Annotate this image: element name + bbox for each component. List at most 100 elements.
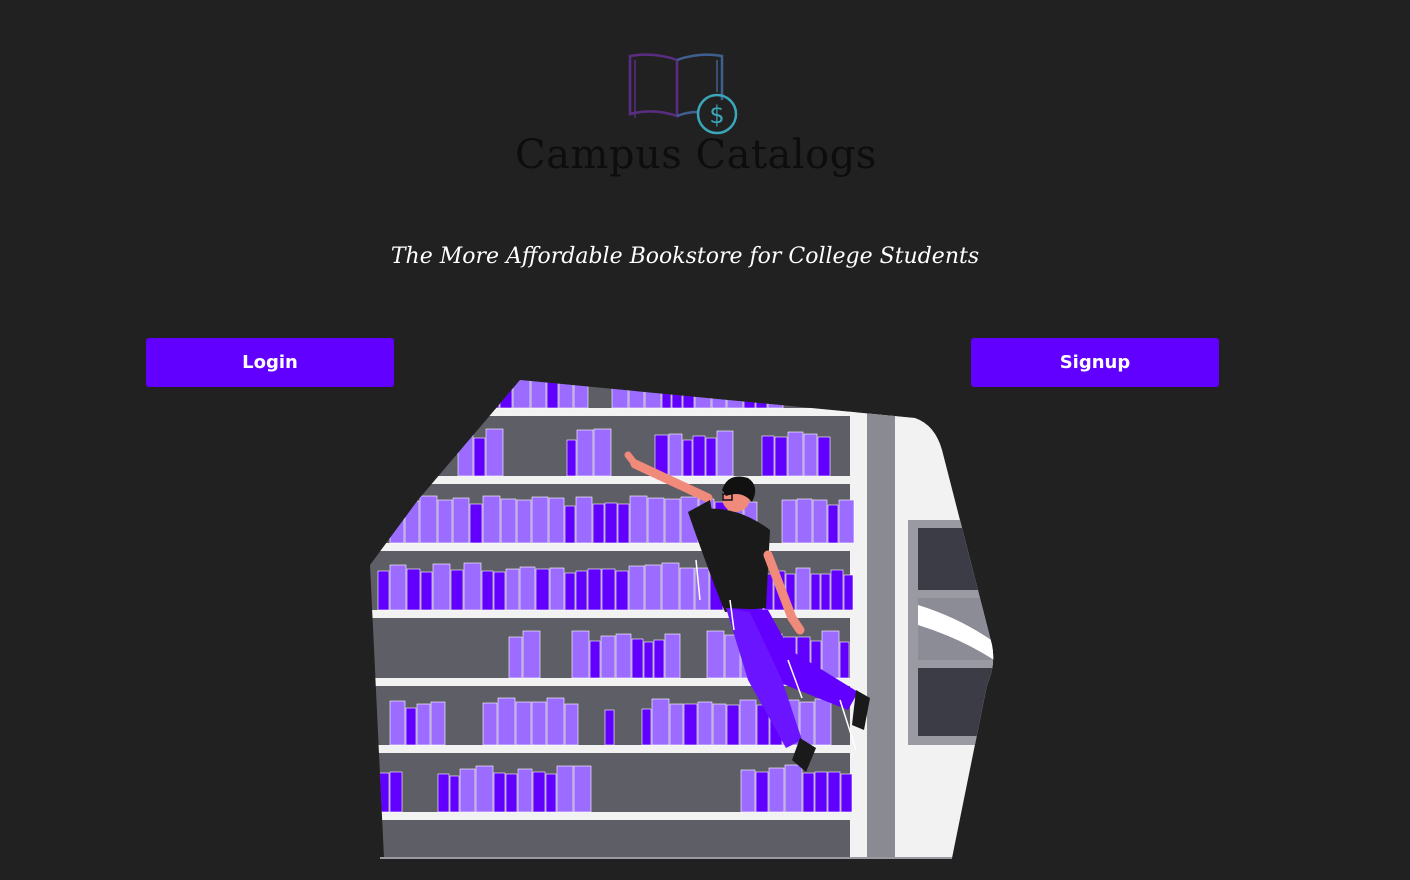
book xyxy=(796,498,813,544)
book xyxy=(430,380,446,409)
book xyxy=(644,564,662,611)
book xyxy=(740,769,756,813)
book xyxy=(432,563,451,611)
book xyxy=(530,380,547,409)
book xyxy=(611,380,629,409)
brand-logo: $ Campus Catalogs xyxy=(505,48,876,188)
shelf-board xyxy=(370,543,855,551)
book xyxy=(820,573,831,611)
landing-page: $ Campus Catalogs The More Affordable Bo… xyxy=(0,0,1410,880)
book xyxy=(497,697,516,746)
book xyxy=(838,499,855,544)
book xyxy=(532,771,546,813)
book xyxy=(799,701,815,746)
book xyxy=(548,497,565,544)
book xyxy=(802,772,815,813)
book xyxy=(404,436,418,477)
book xyxy=(445,380,457,409)
book xyxy=(593,428,612,477)
book xyxy=(377,772,390,813)
book xyxy=(682,439,693,477)
book xyxy=(669,703,684,746)
login-button[interactable]: Login xyxy=(146,338,394,387)
book xyxy=(629,495,648,544)
book xyxy=(389,380,401,409)
book xyxy=(475,765,494,813)
book xyxy=(604,502,618,544)
book xyxy=(456,380,475,409)
book xyxy=(615,633,632,679)
book xyxy=(653,639,665,679)
book xyxy=(661,380,672,409)
book xyxy=(473,437,486,477)
book xyxy=(493,772,506,813)
book xyxy=(556,765,574,813)
book xyxy=(706,630,725,679)
book xyxy=(573,765,592,813)
book xyxy=(505,773,518,813)
book xyxy=(545,773,557,813)
book xyxy=(830,569,844,611)
book xyxy=(549,567,565,611)
book xyxy=(821,630,840,679)
book xyxy=(631,638,644,679)
book xyxy=(592,503,605,544)
book xyxy=(406,568,421,611)
book xyxy=(803,433,818,477)
book xyxy=(487,380,500,409)
book xyxy=(840,773,853,813)
book xyxy=(474,380,488,409)
open-book-dollar-icon: $ xyxy=(628,53,738,135)
book xyxy=(575,496,593,544)
book xyxy=(739,699,757,746)
book xyxy=(843,574,854,611)
book xyxy=(812,499,828,544)
book xyxy=(437,499,453,544)
shelf-board xyxy=(370,745,855,753)
book xyxy=(512,380,531,409)
book xyxy=(500,498,517,544)
book xyxy=(516,499,532,544)
book xyxy=(377,380,390,409)
book xyxy=(781,499,797,544)
book xyxy=(566,439,577,477)
book xyxy=(437,773,450,813)
brand-name: Campus Catalogs xyxy=(515,132,877,178)
book xyxy=(389,564,407,611)
book xyxy=(664,498,681,544)
book xyxy=(576,429,594,477)
book xyxy=(768,767,785,813)
book xyxy=(459,768,476,813)
book xyxy=(377,570,390,611)
book xyxy=(601,568,616,611)
book xyxy=(827,771,841,813)
book xyxy=(641,708,652,746)
book xyxy=(430,701,446,746)
book xyxy=(404,500,420,544)
book xyxy=(774,436,788,477)
book xyxy=(712,703,727,746)
book xyxy=(795,567,811,611)
book xyxy=(743,380,756,409)
shelf-board xyxy=(370,408,855,416)
book xyxy=(643,641,654,679)
book xyxy=(519,566,536,611)
book xyxy=(671,380,683,409)
book xyxy=(817,436,831,477)
book xyxy=(485,428,504,477)
book xyxy=(522,630,541,679)
book xyxy=(694,380,712,409)
book xyxy=(787,431,804,477)
book xyxy=(683,703,698,746)
book xyxy=(814,698,832,746)
book xyxy=(571,630,590,679)
shelf-board xyxy=(370,610,855,618)
book xyxy=(389,771,403,813)
book xyxy=(810,573,821,611)
book xyxy=(573,380,589,409)
book xyxy=(449,775,460,813)
book xyxy=(664,633,681,679)
signup-button[interactable]: Signup xyxy=(971,338,1219,387)
book xyxy=(450,569,464,611)
book xyxy=(651,698,670,746)
